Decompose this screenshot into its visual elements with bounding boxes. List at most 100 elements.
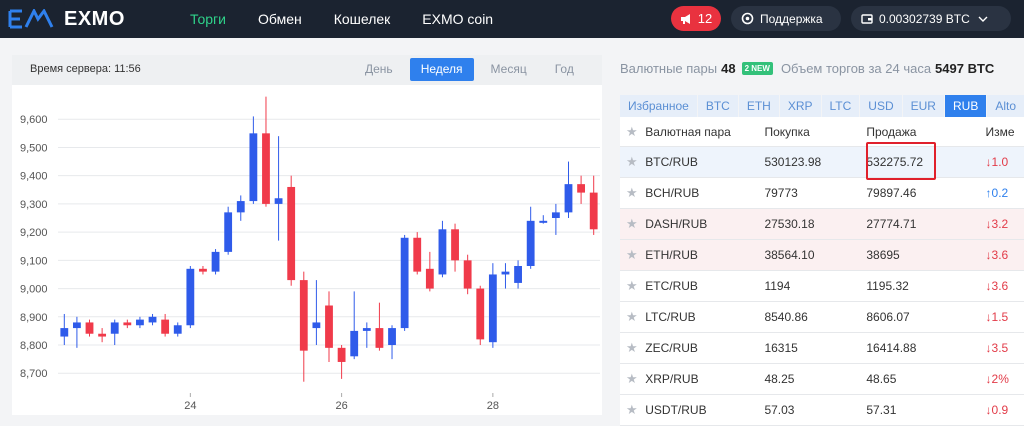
buy-price: 16315 [764, 341, 798, 355]
table-row[interactable]: ★ XRP/RUB 48.25 48.65 ↓2% [620, 364, 1024, 395]
price-change: ↓1.0 [985, 155, 1009, 169]
headset-icon [741, 12, 754, 25]
column-header-change[interactable]: Изме [986, 125, 1024, 139]
star-icon[interactable]: ★ [620, 371, 645, 387]
price-change: ↓1.5 [985, 310, 1009, 324]
tab-usd[interactable]: USD [860, 95, 902, 117]
column-header-sell[interactable]: Продажа [866, 125, 985, 139]
candle-body [413, 237, 422, 272]
volume-label: Объем торгов за 24 часа [780, 61, 932, 76]
star-icon[interactable]: ★ [620, 185, 645, 201]
y-tick-label: 9,300 [20, 199, 48, 211]
tab-alt[interactable]: Alto [987, 95, 1024, 117]
table-row[interactable]: ★ ETC/RUB 1194 1195.32 ↓3.6 [620, 271, 1024, 302]
balance-value: 0.00302739 BTC [879, 11, 970, 26]
star-icon[interactable]: ★ [620, 216, 645, 232]
star-icon[interactable]: ★ [620, 154, 645, 170]
megaphone-icon [680, 13, 690, 24]
candle-body [123, 322, 132, 326]
tab-xrp[interactable]: XRP [779, 95, 821, 117]
period-week-button[interactable]: Неделя [409, 58, 474, 81]
price-change: ↓3.6 [985, 248, 1009, 262]
pair-name: BTC/RUB [645, 155, 698, 169]
new-badge: 2 NEW [741, 62, 773, 75]
nav-item-trading[interactable]: Торги [190, 11, 226, 27]
tab-favorites[interactable]: Избранное [620, 95, 697, 117]
star-icon[interactable]: ★ [620, 340, 645, 356]
table-row[interactable]: ★ USDT/RUB 57.03 57.31 ↓0.9 [620, 395, 1024, 426]
exmo-logo[interactable]: EXMO [8, 8, 125, 30]
pair-name: ETH/RUB [645, 248, 698, 262]
table-row[interactable]: ★ DASH/RUB 27530.18 27774.71 ↓3.2 [620, 209, 1024, 240]
balance-dropdown[interactable]: 0.00302739 BTC [851, 6, 1011, 31]
period-year-button[interactable]: Год [544, 58, 585, 81]
y-tick-label: 9,200 [20, 227, 48, 239]
market-stats: Валютные пары 48 2 NEW Объем торгов за 2… [620, 61, 994, 76]
volume-value: 5497 BTC [935, 61, 995, 76]
price-change: ↓2% [985, 372, 1009, 386]
candle-body [224, 212, 233, 252]
table-row[interactable]: ★ ETH/RUB 38564.10 38695 ↓3.6 [620, 240, 1024, 271]
pair-name: BCH/RUB [645, 186, 700, 200]
tab-ltc[interactable]: LTC [821, 95, 860, 117]
column-header-buy[interactable]: Покупка [764, 125, 866, 139]
sell-price: 8606.07 [866, 310, 910, 324]
column-header-pair[interactable]: Валютная пара [645, 125, 764, 139]
candle-body [287, 186, 296, 281]
candle-body [463, 260, 472, 289]
sell-price: 532275.72 [866, 155, 924, 169]
price-change: ↑0.2 [985, 186, 1009, 200]
y-tick-label: 9,600 [20, 114, 48, 126]
x-tick-label: 26 [335, 400, 347, 412]
star-icon[interactable]: ★ [620, 278, 645, 294]
candle-body [249, 133, 258, 202]
nav-item-exchange[interactable]: Обмен [258, 11, 302, 27]
currency-tabs: Избранное BTC ETH XRP LTC USD EUR RUB Al… [620, 95, 1024, 117]
star-icon[interactable]: ★ [620, 247, 645, 263]
support-label: Поддержка [760, 11, 823, 26]
tab-btc[interactable]: BTC [697, 95, 738, 117]
star-icon[interactable]: ★ [620, 309, 645, 325]
period-day-button[interactable]: День [354, 58, 404, 81]
top-navigation-bar: EXMO Торги Обмен Кошелек EXMO coin 12 По… [0, 0, 1024, 38]
period-month-button[interactable]: Месяц [480, 58, 538, 81]
candle-body [299, 280, 308, 351]
candle-body [400, 237, 409, 329]
tab-eth[interactable]: ETH [738, 95, 779, 117]
candle-body [488, 274, 497, 343]
candle-body [173, 325, 182, 334]
buy-price: 38564.10 [764, 248, 815, 262]
candle-body [211, 251, 220, 272]
sell-price: 16414.88 [866, 341, 917, 355]
table-row[interactable]: ★ BTC/RUB 530123.98 532275.72 ↓1.0 [620, 147, 1024, 178]
candle-body [551, 212, 560, 219]
tab-eur[interactable]: EUR [902, 95, 944, 117]
pair-name: ZEC/RUB [645, 341, 698, 355]
y-tick-label: 9,000 [20, 284, 48, 296]
candle-body [148, 316, 157, 323]
notifications-button[interactable]: 12 [671, 6, 721, 31]
candlestick-chart[interactable]: 9,600 9,500 9,400 9,300 9,200 9,100 9,000 8,900… [12, 85, 602, 415]
star-icon[interactable]: ★ [620, 124, 645, 140]
candle-body [539, 220, 548, 223]
pairs-table: ★ Валютная пара Покупка Продажа Изме ★ BT… [620, 117, 1024, 426]
wallet-icon [861, 13, 873, 24]
star-icon[interactable]: ★ [620, 402, 645, 418]
y-tick-label: 8,900 [20, 312, 48, 324]
pairs-count: 48 [721, 61, 736, 76]
candle-body [564, 184, 573, 213]
chevron-down-icon [978, 16, 988, 22]
buy-price: 79773 [764, 186, 798, 200]
table-row[interactable]: ★ LTC/RUB 8540.86 8606.07 ↓1.5 [620, 302, 1024, 333]
table-header: ★ Валютная пара Покупка Продажа Изме [620, 117, 1024, 147]
price-chart-panel: Время сервера: 11:56 День Неделя Месяц Г… [12, 55, 602, 415]
table-row[interactable]: ★ ZEC/RUB 16315 16414.88 ↓3.5 [620, 333, 1024, 364]
nav-item-wallet[interactable]: Кошелек [334, 11, 391, 27]
period-selector: День Неделя Месяц Год [354, 58, 591, 81]
table-row[interactable]: ★ BCH/RUB 79773 79897.46 ↑0.2 [620, 178, 1024, 209]
nav-item-exmo-coin[interactable]: EXMO coin [422, 11, 493, 27]
exmo-logo-icon [8, 9, 54, 29]
tab-rub[interactable]: RUB [944, 95, 987, 117]
buy-price: 27530.18 [764, 217, 815, 231]
support-button[interactable]: Поддержка [731, 6, 841, 31]
